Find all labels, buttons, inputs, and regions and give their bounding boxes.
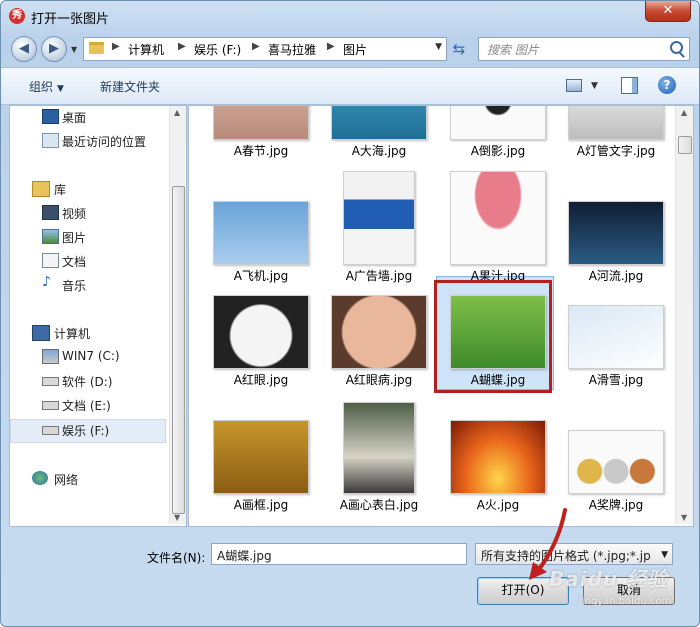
file-name-label: A河流.jpg <box>588 269 644 283</box>
search-placeholder: 搜索 图片 <box>487 43 539 57</box>
preview-pane-icon[interactable] <box>621 77 638 94</box>
watermark-brand: Baidu 经验 <box>549 567 669 591</box>
drive-icon <box>42 401 59 410</box>
file-name-label: A红眼病.jpg <box>345 373 413 387</box>
fire-thumbnail <box>450 420 546 494</box>
forward-button[interactable]: ▶ <box>41 36 67 62</box>
back-arrow-icon: ◀ <box>19 41 29 56</box>
refresh-icon[interactable]: ⇆ <box>448 38 470 60</box>
scroll-down-icon[interactable]: ▼ <box>681 513 687 522</box>
organize-menu[interactable]: 组织 ▼ <box>29 78 64 95</box>
music-library-icon: ♪ <box>42 274 51 290</box>
change-view-icon[interactable] <box>566 79 582 92</box>
file-name-label: A广告墙.jpg <box>345 269 413 283</box>
help-icon[interactable]: ? <box>658 76 676 94</box>
scroll-up-icon[interactable]: ▲ <box>681 108 687 117</box>
chevron-down-icon: ▼ <box>57 84 64 94</box>
recent-places-icon <box>42 133 59 148</box>
new-folder-button[interactable]: 新建文件夹 <box>100 78 160 95</box>
pictures-library-icon <box>42 229 59 244</box>
breadcrumb-computer[interactable]: 计算机 <box>128 41 164 58</box>
breadcrumb-himalaya[interactable]: 喜马拉雅 <box>268 41 316 58</box>
highlight-annotation <box>434 280 552 393</box>
navigation-pane: 桌面 最近访问的位置 库 视频 图片 文档 ♪ 音乐 计算机 WIN7 (C:)… <box>9 105 187 527</box>
file-name-label: A红眼.jpg <box>233 373 289 387</box>
chevron-right-icon[interactable]: ▶ <box>178 41 186 52</box>
recent-locations-dropdown[interactable]: ▼ <box>71 45 77 54</box>
heart-confession-thumbnail <box>343 402 415 494</box>
library-icon <box>32 181 50 197</box>
chevron-right-icon[interactable]: ▶ <box>252 41 260 52</box>
file-name-label: A滑雪.jpg <box>588 373 644 387</box>
chevron-right-icon[interactable]: ▶ <box>112 41 120 52</box>
back-button[interactable]: ◀ <box>11 36 37 62</box>
forward-arrow-icon: ▶ <box>49 41 59 56</box>
file-list: A春节.jpg A大海.jpg A倒影.jpg A灯管文字.jpg A飞机.jpg A广告… <box>188 105 694 527</box>
file-name-label: A画框.jpg <box>233 498 289 512</box>
address-dropdown[interactable]: ▼ <box>435 42 442 52</box>
drive-icon <box>42 426 59 435</box>
file-item[interactable]: A奖牌.jpg <box>556 106 676 512</box>
file-scroll-thumb[interactable] <box>678 136 692 154</box>
medals-thumbnail <box>568 430 664 494</box>
file-item[interactable]: A火.jpg <box>438 106 558 512</box>
white-cat-thumbnail <box>213 295 309 369</box>
filename-input[interactable]: A蝴蝶.jpg <box>211 543 467 565</box>
watermark-url: jingyan.baidu.com <box>579 596 672 607</box>
picture-frame-thumbnail <box>213 420 309 494</box>
skiing-thumbnail <box>568 305 664 369</box>
file-scrollbar[interactable]: ▲ ▼ <box>675 106 693 524</box>
breadcrumb-drive-f[interactable]: 娱乐 (F:) <box>194 41 241 58</box>
search-icon[interactable] <box>670 41 683 54</box>
scroll-up-icon[interactable]: ▲ <box>174 108 180 117</box>
red-eye-girl-thumbnail <box>331 295 427 369</box>
search-input[interactable]: 搜索 图片 <box>478 37 690 61</box>
file-item[interactable]: A画框.jpg <box>201 106 321 512</box>
file-item[interactable]: A画心表白.jpg <box>319 106 439 512</box>
chevron-right-icon[interactable]: ▶ <box>327 41 335 52</box>
drive-icon <box>42 377 59 386</box>
folder-icon <box>89 42 104 54</box>
command-bar: 组织 ▼ 新建文件夹 ▼ ? <box>1 67 699 105</box>
title-bar: 秀 打开一张图片 ✕ <box>1 1 699 31</box>
file-name-label: A画心表白.jpg <box>339 498 419 512</box>
nav-scrollbar[interactable]: ▲ ▼ <box>169 106 186 524</box>
breadcrumb[interactable]: ▶ 计算机 ▶ 娱乐 (F:) ▶ 喜马拉雅 ▶ 图片 ▼ <box>83 37 447 61</box>
open-image-dialog: 秀 打开一张图片 ✕ ◀ ▶ ▼ ▶ 计算机 ▶ 娱乐 (F:) ▶ 喜马拉雅 … <box>0 0 700 627</box>
file-name-label: A飞机.jpg <box>233 269 289 283</box>
video-library-icon <box>42 205 59 220</box>
dialog-title: 打开一张图片 <box>31 12 110 27</box>
computer-icon <box>32 325 50 341</box>
close-button[interactable]: ✕ <box>645 1 691 22</box>
network-icon <box>32 471 48 485</box>
chevron-down-icon: ▼ <box>661 550 668 560</box>
desktop-icon <box>42 109 59 124</box>
scroll-down-icon[interactable]: ▼ <box>174 513 180 522</box>
app-logo-icon: 秀 <box>9 8 25 24</box>
address-bar: ◀ ▶ ▼ ▶ 计算机 ▶ 娱乐 (F:) ▶ 喜马拉雅 ▶ 图片 ▼ ⇆ 搜索… <box>1 33 699 63</box>
breadcrumb-pictures[interactable]: 图片 <box>343 41 367 58</box>
nav-scroll-thumb[interactable] <box>172 186 185 514</box>
view-dropdown[interactable]: ▼ <box>591 81 598 91</box>
filename-label: 文件名(N): <box>147 551 206 565</box>
system-drive-icon <box>42 349 59 364</box>
documents-library-icon <box>42 253 59 268</box>
